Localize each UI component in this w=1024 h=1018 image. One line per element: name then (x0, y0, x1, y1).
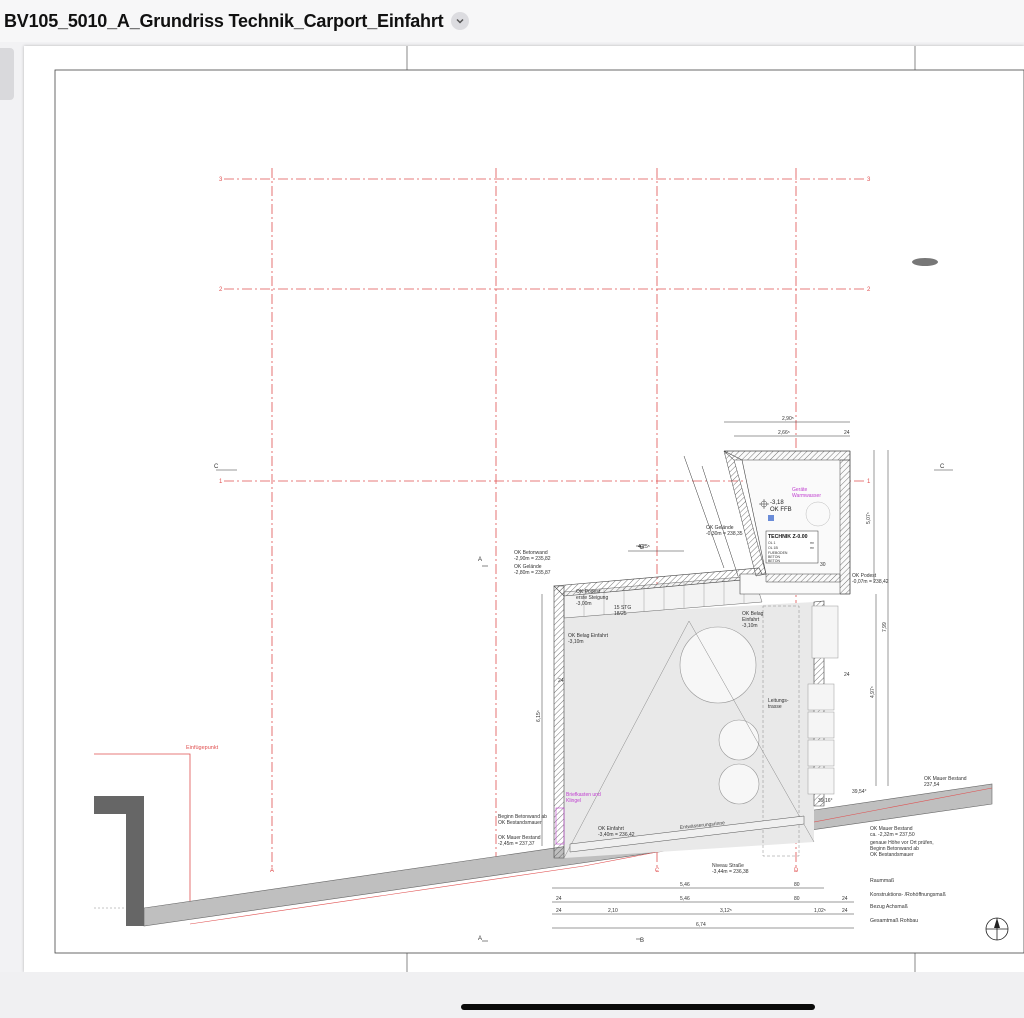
svg-text:-2,80m = 235,87: -2,80m = 235,87 (514, 570, 551, 576)
svg-text:5,07⁵: 5,07⁵ (866, 512, 872, 524)
title-bar: BV105_5010_A_Grundriss Technik_Carport_E… (0, 0, 1024, 42)
svg-text:39,54°: 39,54° (852, 789, 867, 795)
svg-text:24: 24 (556, 896, 562, 902)
axis-row-1: 1 (219, 479, 223, 485)
floor-plan-drawing: 3 3 2 2 1 1 A B C D C C A A B B Einfügep… (54, 46, 1024, 972)
svg-text:Gesamtmaß Rohbau: Gesamtmaß Rohbau (870, 918, 918, 924)
document-title[interactable]: BV105_5010_A_Grundriss Technik_Carport_E… (4, 11, 444, 32)
axis-row-2-right: 2 (867, 287, 871, 293)
svg-text:24: 24 (842, 908, 848, 914)
svg-text:6,74: 6,74 (696, 922, 706, 928)
tank-medium (718, 719, 760, 761)
svg-text:80: 80 (794, 882, 800, 888)
svg-text:Raummaß: Raummaß (870, 878, 894, 884)
svg-text:39,16°: 39,16° (818, 798, 833, 804)
svg-text:3,12⁵: 3,12⁵ (720, 908, 732, 914)
svg-text:ca. -2,32m = 237,50: ca. -2,32m = 237,50 (870, 832, 915, 838)
axis-row-1-right: 1 (867, 479, 871, 485)
svg-text:Klingel: Klingel (566, 798, 581, 804)
svg-text:A: A (478, 936, 482, 942)
existing-wall-left (94, 796, 144, 926)
svg-text:-3,44m = 236,38: -3,44m = 236,38 (712, 869, 749, 875)
title-menu-button[interactable] (451, 12, 470, 30)
tank-large (679, 626, 757, 704)
storage-shelves (807, 605, 839, 795)
axis-row-3: 3 (219, 177, 223, 183)
svg-text:OL 1B: OL 1B (768, 546, 778, 550)
svg-text:18/25: 18/25 (614, 611, 627, 617)
svg-text:2,10: 2,10 (608, 908, 618, 914)
bottom-toolbar (0, 972, 1024, 1018)
svg-text:-3,00m: -3,00m (576, 601, 592, 607)
axis-col-c: C (655, 868, 660, 874)
pdf-page: 3 3 2 2 1 1 A B C D C C A A B B Einfügep… (24, 46, 1024, 972)
svg-text:24: 24 (842, 896, 848, 902)
svg-text:-3,10m: -3,10m (568, 639, 584, 645)
svg-text:6,15⁵: 6,15⁵ (536, 710, 542, 722)
svg-text:2,66⁵: 2,66⁵ (778, 430, 790, 436)
svg-text:7,99: 7,99 (882, 622, 888, 632)
svg-text:OL 1: OL 1 (768, 541, 776, 545)
svg-text:trasse: trasse (768, 704, 782, 710)
svg-text:237,54: 237,54 (924, 782, 940, 788)
svg-text:-2,90m = 235,82: -2,90m = 235,82 (514, 556, 551, 562)
svg-text:4,25⁵: 4,25⁵ (638, 544, 650, 550)
svg-text:-3,40m = 236,42: -3,40m = 236,42 (598, 832, 635, 838)
room-name: TECHNIK Z-0.00 (768, 534, 808, 540)
dimension-legend: Raummaß Konstruktions- /Rohöffnungsmaß B… (870, 878, 946, 924)
svg-text:A: A (478, 557, 482, 563)
svg-text:5,46: 5,46 (680, 882, 690, 888)
svg-text:24: 24 (556, 908, 562, 914)
insertion-point-label: Einfügepunkt (186, 745, 219, 751)
axis-row-3-right: 3 (867, 177, 871, 183)
svg-text:5,46: 5,46 (680, 896, 690, 902)
svg-text:OK Bestandsmauer: OK Bestandsmauer (870, 852, 914, 858)
svg-text:24: 24 (844, 672, 850, 678)
north-arrow-icon (985, 917, 1009, 941)
svg-text:-0,07m = 238,42: -0,07m = 238,42 (852, 579, 889, 585)
svg-text:-3,10m: -3,10m (742, 623, 758, 629)
svg-text:24: 24 (844, 430, 850, 436)
svg-text:B: B (640, 938, 644, 944)
wall-left (553, 585, 565, 859)
room-level: -3,18 (770, 500, 784, 506)
scan-smudge (912, 258, 938, 266)
home-indicator[interactable] (461, 1004, 815, 1010)
svg-text:30: 30 (820, 562, 826, 568)
room-level-label: OK FFB (770, 507, 792, 513)
axis-col-a: A (270, 868, 274, 874)
tank-small (718, 763, 760, 805)
svg-text:Konstruktions- /Rohöffnungsmaß: Konstruktions- /Rohöffnungsmaß (870, 892, 946, 898)
room-marker (768, 515, 774, 521)
axis-col-d: D (794, 868, 799, 874)
svg-text:-2,45m = 237,37: -2,45m = 237,37 (498, 841, 535, 847)
svg-text:Warmwasser: Warmwasser (792, 493, 821, 499)
technik-room-table: TECHNIK Z-0.00 OL 1 OL 1B FUEBODEN BETON… (765, 530, 819, 564)
svg-text:C: C (940, 464, 945, 470)
svg-text:C: C (214, 464, 219, 470)
svg-text:24: 24 (558, 678, 564, 684)
svg-text:OK Bestandsmauer: OK Bestandsmauer (498, 820, 542, 826)
svg-text:2,90⁵: 2,90⁵ (782, 416, 794, 422)
sidebar-handle[interactable] (0, 48, 14, 100)
chevron-down-icon (456, 18, 464, 24)
svg-text:BETON: BETON (768, 559, 780, 563)
svg-text:4,97⁵: 4,97⁵ (870, 686, 876, 698)
svg-text:Bezug Achsmaß: Bezug Achsmaß (870, 904, 908, 910)
svg-text:1,02⁵: 1,02⁵ (814, 908, 826, 914)
svg-text:80: 80 (794, 896, 800, 902)
axis-row-2: 2 (219, 287, 223, 293)
